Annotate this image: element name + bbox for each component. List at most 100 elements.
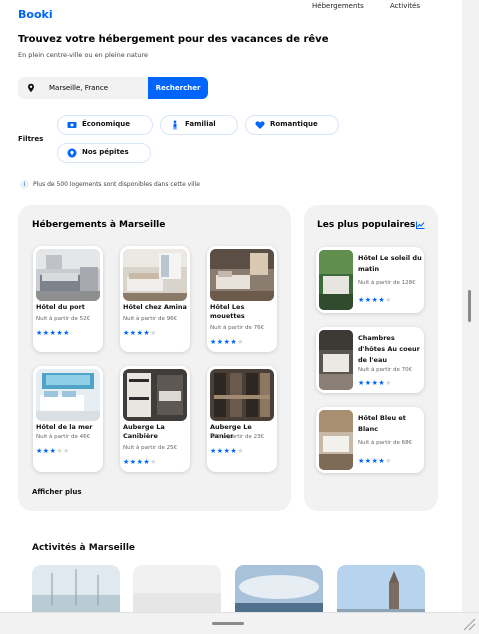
activities-title: Activités à Marseille bbox=[32, 543, 136, 553]
accommodation-card[interactable]: Hôtel chez Amina Nuit à partir de 96€ ★★… bbox=[120, 246, 190, 352]
card-title: Hôtel du port bbox=[36, 303, 85, 311]
popular-title: Les plus populaires bbox=[317, 220, 416, 230]
page-subtitle: En plein centre-ville ou en pleine natur… bbox=[18, 51, 149, 59]
money-icon bbox=[67, 122, 77, 128]
filter-chip-nos-pepites[interactable]: Nos pépites bbox=[57, 143, 151, 163]
hotel-photo bbox=[36, 249, 100, 301]
info-icon: i bbox=[20, 180, 29, 189]
nav-link-activites[interactable]: Activités bbox=[390, 2, 420, 10]
card-price: Nuit à partir de 68€ bbox=[358, 440, 413, 446]
card-price: Nuit à partir de 96€ bbox=[123, 316, 178, 322]
star-icon: ★ bbox=[210, 338, 217, 346]
filters-label: Filtres bbox=[18, 135, 44, 143]
accommodation-card[interactable]: Auberge Le Panier Nuit à partir de 23€ ★… bbox=[207, 366, 277, 472]
card-price: Nuit à partir de 25€ bbox=[123, 445, 178, 451]
star-icon: ★ bbox=[123, 458, 130, 466]
rating-stars: ★★★★★ bbox=[123, 458, 157, 466]
filter-chip-romantique[interactable]: Romantique bbox=[245, 115, 339, 135]
card-price: Nuit à partir de 46€ bbox=[36, 434, 91, 440]
star-icon: ★ bbox=[385, 379, 392, 387]
accommodation-card[interactable]: Hôtel de la mer Nuit à partir de 46€ ★★★… bbox=[33, 366, 103, 472]
horizontal-scrollbar[interactable] bbox=[0, 612, 479, 634]
search-button[interactable]: Rechercher bbox=[148, 77, 208, 99]
star-icon: ★ bbox=[150, 458, 157, 466]
star-icon: ★ bbox=[385, 296, 392, 304]
rating-stars: ★★★★★ bbox=[358, 457, 392, 465]
star-icon: ★ bbox=[150, 329, 157, 337]
rating-stars: ★★★★★ bbox=[358, 379, 392, 387]
rating-stars: ★★★★★ bbox=[36, 447, 70, 455]
card-title: Hôtel de la mer bbox=[36, 423, 93, 431]
hotel-photo bbox=[319, 250, 353, 310]
filter-chip-familial[interactable]: Familial bbox=[160, 115, 238, 135]
star-icon: ★ bbox=[364, 296, 372, 304]
hotel-photo bbox=[36, 369, 100, 421]
card-title: Hôtel Les mouettes bbox=[210, 303, 245, 320]
hotel-photo bbox=[210, 249, 274, 301]
star-icon: ★ bbox=[385, 457, 392, 465]
star-icon: ★ bbox=[123, 329, 130, 337]
heart-icon bbox=[255, 121, 265, 129]
hotel-photo bbox=[123, 369, 187, 421]
page-title: Trouvez votre hébergement pour des vacan… bbox=[18, 34, 329, 45]
hotel-photo bbox=[319, 330, 353, 390]
search-value: Marseille, France bbox=[49, 84, 109, 92]
popular-card[interactable]: Chambres d'hôtes Au coeur de l'eau Nuit … bbox=[316, 327, 424, 393]
card-title: Chambres d'hôtes Au coeur de l'eau bbox=[358, 334, 420, 364]
rating-stars: ★★★★★ bbox=[36, 329, 70, 337]
popular-card[interactable]: Hôtel Le soleil du matin Nuit à partir d… bbox=[316, 247, 424, 313]
accommodation-card[interactable]: Auberge La Canibière Nuit à partir de 25… bbox=[120, 366, 190, 472]
star-icon: ★ bbox=[364, 457, 372, 465]
booki-logo[interactable]: Booki bbox=[18, 8, 53, 21]
filter-chip-label: Économique bbox=[82, 120, 130, 128]
filter-chip-label: Familial bbox=[185, 120, 216, 128]
child-icon bbox=[173, 120, 177, 130]
star-icon: ★ bbox=[42, 447, 50, 455]
popular-card[interactable]: Hôtel Bleu et Blanc Nuit à partir de 68€… bbox=[316, 407, 424, 473]
star-icon: ★ bbox=[63, 329, 70, 337]
filter-chip-label: Nos pépites bbox=[82, 148, 129, 156]
search-form: Marseille, France Rechercher bbox=[18, 77, 208, 99]
accommodations-title: Hébergements à Marseille bbox=[32, 220, 166, 230]
star-icon: ★ bbox=[36, 329, 43, 337]
star-icon: ★ bbox=[237, 447, 244, 455]
accommodation-card[interactable]: Hôtel Les mouettes Nuit à partir de 76€ … bbox=[207, 246, 277, 352]
star-icon: ★ bbox=[210, 447, 217, 455]
horizontal-scroll-handle[interactable] bbox=[212, 622, 244, 625]
hotel-photo bbox=[210, 369, 274, 421]
star-icon: ★ bbox=[237, 338, 244, 346]
booki-page: Booki Hébergements Activités Trouvez vot… bbox=[0, 0, 462, 612]
card-price: Nuit à partir de 128€ bbox=[358, 280, 416, 286]
star-icon: ★ bbox=[129, 458, 137, 466]
filter-chip-economique[interactable]: Économique bbox=[57, 115, 153, 135]
show-more-link[interactable]: Afficher plus bbox=[32, 488, 82, 496]
star-icon: ★ bbox=[36, 447, 43, 455]
activity-photo[interactable] bbox=[32, 565, 120, 612]
rating-stars: ★★★★★ bbox=[358, 296, 392, 304]
nav-link-hebergements[interactable]: Hébergements bbox=[312, 2, 364, 10]
site-header: Booki Hébergements Activités bbox=[18, 0, 448, 26]
star-icon: ★ bbox=[364, 379, 372, 387]
card-title: Hôtel Bleu et Blanc bbox=[358, 414, 406, 433]
star-icon: ★ bbox=[216, 338, 224, 346]
activity-photo[interactable] bbox=[235, 565, 323, 612]
card-price: Nuit à partir de 23€ bbox=[210, 434, 265, 440]
rating-stars: ★★★★★ bbox=[123, 329, 157, 337]
accommodation-card[interactable]: Hôtel du port Nuit à partir de 52€ ★★★★★ bbox=[33, 246, 103, 352]
star-icon: ★ bbox=[129, 329, 137, 337]
hotel-photo bbox=[319, 410, 353, 470]
card-price: Nuit à partir de 76€ bbox=[210, 325, 265, 331]
star-icon: ★ bbox=[216, 447, 224, 455]
card-title: Hôtel chez Amina bbox=[123, 303, 187, 311]
gem-icon bbox=[67, 148, 77, 158]
star-icon: ★ bbox=[358, 457, 365, 465]
search-input[interactable]: Marseille, France bbox=[18, 77, 148, 99]
vertical-scroll-handle[interactable] bbox=[468, 290, 471, 322]
rating-stars: ★★★★★ bbox=[210, 338, 244, 346]
star-icon: ★ bbox=[358, 296, 365, 304]
card-title: Auberge La Canibière bbox=[123, 423, 165, 440]
activity-photo[interactable] bbox=[133, 565, 221, 612]
rating-stars: ★★★★★ bbox=[210, 447, 244, 455]
activity-photo[interactable] bbox=[337, 565, 425, 612]
resize-grip-icon[interactable] bbox=[462, 617, 476, 631]
